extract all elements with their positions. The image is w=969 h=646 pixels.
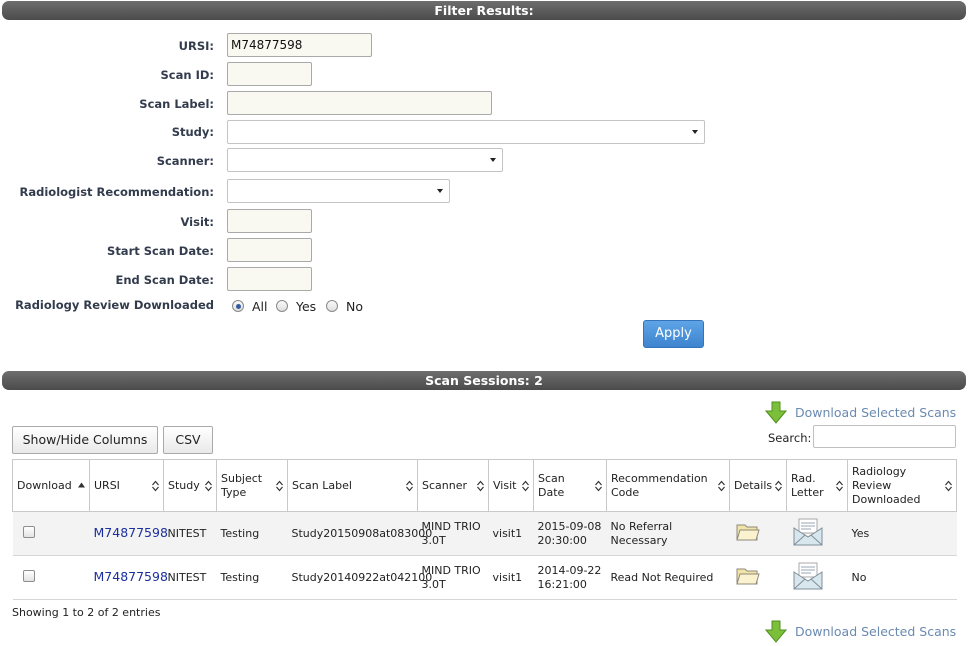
apply-button[interactable]: Apply [643, 320, 704, 348]
scan-label-cell: Study20140922at042100 [287, 555, 432, 600]
col-header-radiology-review-downloaded[interactable]: Radiology Review Downloaded [847, 459, 957, 512]
scan-id-input[interactable] [227, 62, 312, 86]
filter-results-header: Filter Results: [2, 1, 966, 20]
end-scan-date-input[interactable] [227, 267, 312, 291]
table-header-row: Download URSI Study Subject Type Scan La… [12, 459, 957, 512]
table-info: Showing 1 to 2 of 2 entries [12, 606, 161, 619]
col-header-ursi[interactable]: URSI [89, 459, 164, 512]
recommendation-code-cell: Read Not Required [606, 555, 730, 600]
ursi-label: URSI: [178, 39, 214, 53]
sort-both-icon [775, 480, 782, 491]
radio-all[interactable] [232, 300, 244, 312]
subject-type-cell: Testing [216, 511, 288, 556]
col-header-rad-letter[interactable]: Rad. Letter [786, 459, 848, 512]
chevron-down-icon [692, 130, 698, 134]
row-download-checkbox[interactable] [22, 569, 35, 582]
study-cell: NITEST [163, 511, 217, 556]
sort-both-icon [595, 480, 602, 491]
radio-all-label: All [252, 299, 268, 314]
sort-asc-icon [78, 482, 85, 487]
search-label: Search: [768, 431, 812, 445]
scan-date-cell: 2014-09-22 16:21:00 [533, 555, 607, 600]
scan-date-cell: 2015-09-08 20:30:00 [533, 511, 607, 556]
start-scan-date-input[interactable] [227, 238, 312, 262]
radiologist-recommendation-label: Radiologist Recommendation: [19, 185, 215, 199]
chevron-down-icon [437, 189, 443, 193]
study-label: Study: [171, 125, 214, 139]
download-arrow-icon[interactable] [765, 620, 787, 644]
radio-no[interactable] [326, 300, 338, 312]
folder-icon[interactable] [735, 522, 760, 542]
sort-both-icon [477, 480, 484, 491]
col-header-subject-type[interactable]: Subject Type [216, 459, 288, 512]
show-hide-columns-button[interactable]: Show/Hide Columns [12, 426, 158, 454]
sort-both-icon [718, 480, 725, 491]
col-header-study[interactable]: Study [163, 459, 217, 512]
visit-input[interactable] [227, 209, 312, 233]
radio-yes[interactable] [276, 300, 288, 312]
ursi-input[interactable] [227, 33, 372, 57]
visit-cell: visit1 [488, 555, 534, 600]
scanner-cell: MIND TRIO 3.0T [417, 511, 489, 556]
chevron-down-icon [490, 158, 496, 162]
scan-label-label: Scan Label: [139, 97, 214, 111]
sort-both-icon [945, 480, 952, 491]
visit-cell: visit1 [488, 511, 534, 556]
envelope-icon[interactable] [793, 518, 823, 546]
sort-both-icon [276, 480, 283, 491]
sort-both-icon [406, 480, 413, 491]
subject-type-cell: Testing [216, 555, 288, 600]
search-input[interactable] [813, 425, 956, 448]
radio-yes-label: Yes [296, 299, 317, 314]
scan-label-input[interactable] [227, 91, 492, 115]
scanner-label: Scanner: [156, 154, 214, 168]
ursi-link[interactable]: M74877598 [94, 525, 168, 540]
envelope-icon[interactable] [793, 562, 823, 590]
review-downloaded-cell: No [847, 555, 957, 600]
col-header-scanner[interactable]: Scanner [417, 459, 489, 512]
end-scan-date-label: End Scan Date: [115, 273, 214, 287]
scanner-select[interactable] [227, 148, 503, 172]
scanner-cell: MIND TRIO 3.0T [417, 555, 489, 600]
sort-both-icon [522, 480, 529, 491]
scan-sessions-table: Download URSI Study Subject Type Scan La… [12, 459, 957, 600]
study-select[interactable] [227, 120, 705, 144]
sort-both-icon [205, 480, 212, 491]
start-scan-date-label: Start Scan Date: [107, 244, 214, 258]
table-row: M74877598 NITEST Testing Study20150908at… [12, 511, 957, 556]
radio-no-label: No [346, 299, 363, 314]
scan-id-label: Scan ID: [160, 68, 214, 82]
table-row: M74877598 NITEST Testing Study20140922at… [12, 555, 957, 600]
review-downloaded-cell: Yes [847, 511, 957, 556]
study-cell: NITEST [163, 555, 217, 600]
col-header-scan-label[interactable]: Scan Label [287, 459, 418, 512]
scan-sessions-header: Scan Sessions: 2 [2, 371, 966, 390]
sort-both-icon [152, 480, 159, 491]
col-header-visit[interactable]: Visit [488, 459, 534, 512]
download-selected-scans-link-top[interactable]: Download Selected Scans [795, 405, 956, 420]
col-header-download[interactable]: Download [12, 459, 90, 512]
recommendation-code-cell: No Referral Necessary [606, 511, 730, 556]
col-header-details[interactable]: Details [729, 459, 787, 512]
csv-button[interactable]: CSV [163, 426, 213, 454]
sort-both-icon [836, 480, 843, 491]
download-selected-scans-link-bottom[interactable]: Download Selected Scans [795, 624, 956, 639]
radiology-review-downloaded-label: Radiology Review Downloaded [15, 298, 214, 312]
visit-label: Visit: [180, 215, 214, 229]
col-header-scan-date[interactable]: Scan Date [533, 459, 607, 512]
scan-label-cell: Study20150908at083000 [287, 511, 432, 556]
ursi-link[interactable]: M74877598 [94, 569, 168, 584]
col-header-recommendation-code[interactable]: Recommendation Code [606, 459, 730, 512]
row-download-checkbox[interactable] [22, 525, 35, 538]
radiologist-recommendation-select[interactable] [227, 179, 450, 203]
folder-icon[interactable] [735, 566, 760, 586]
download-arrow-icon[interactable] [765, 401, 787, 425]
